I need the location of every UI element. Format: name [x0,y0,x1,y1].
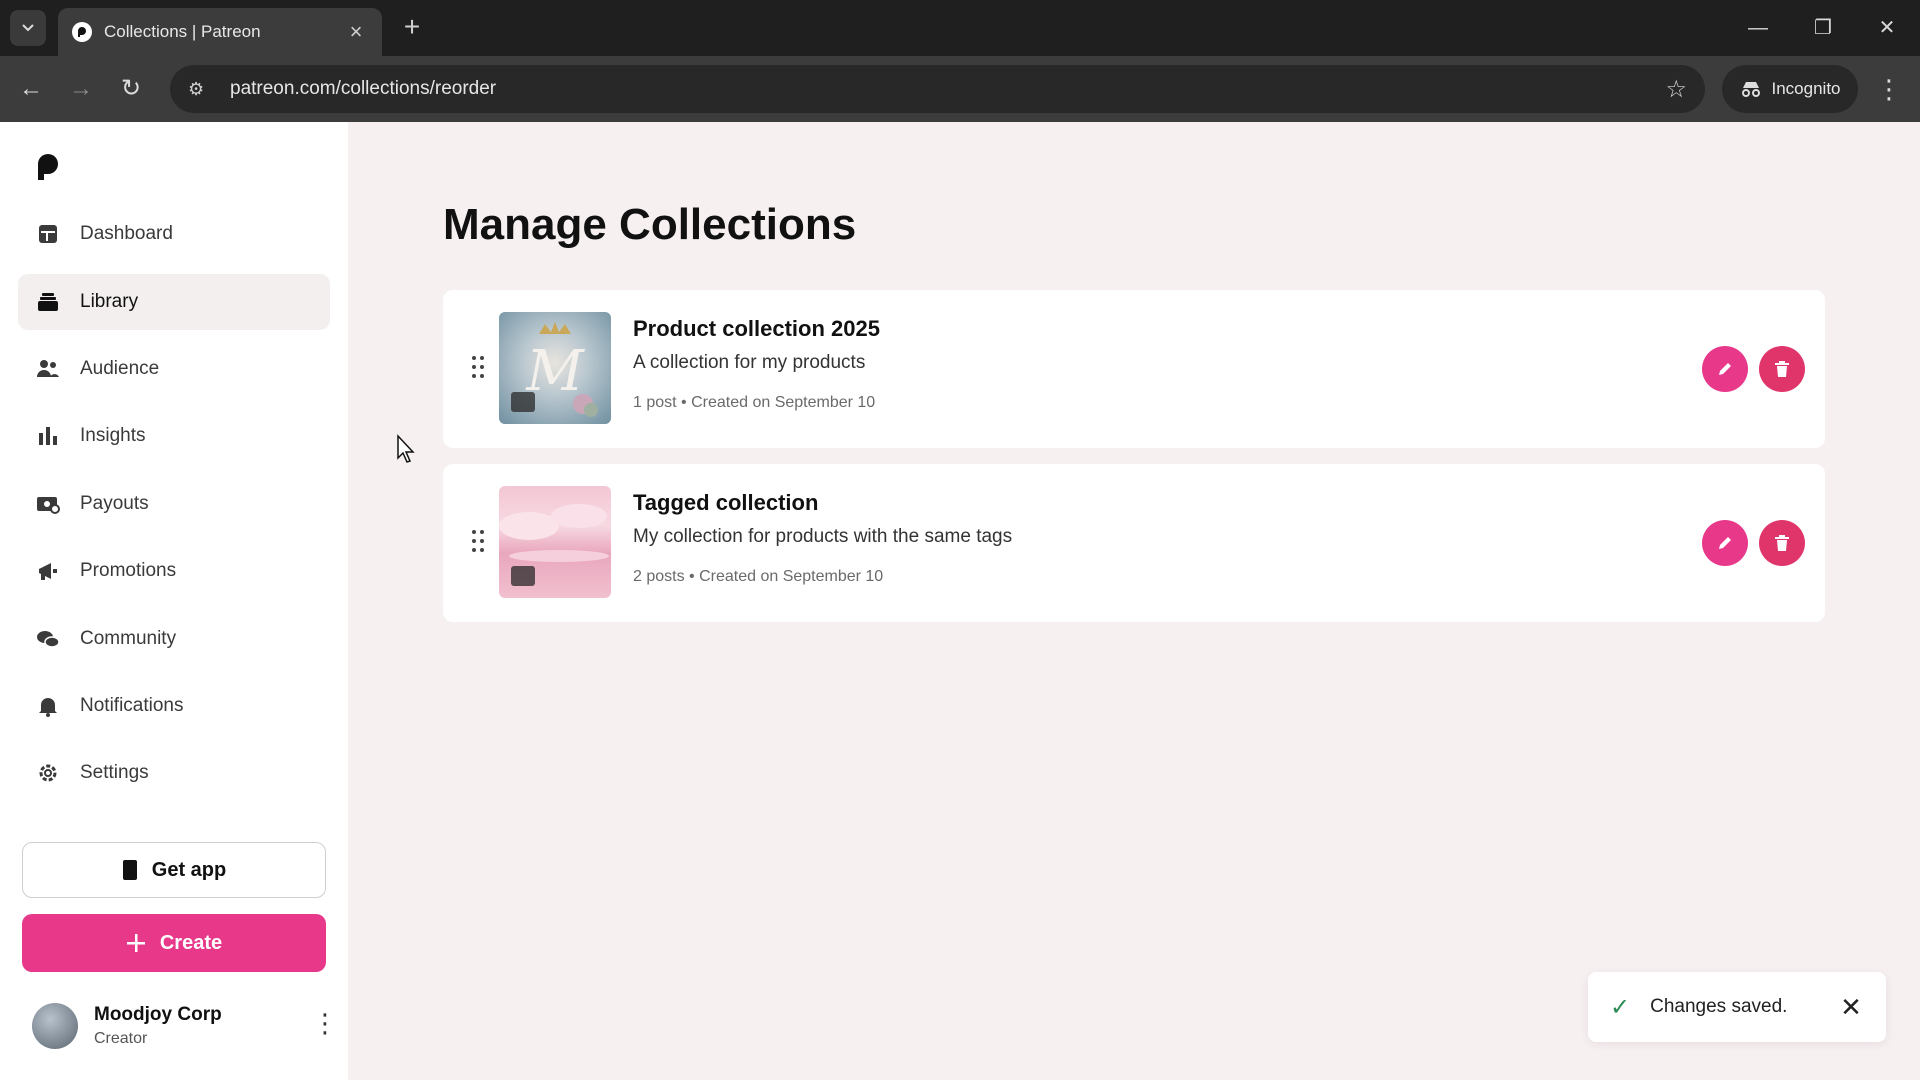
gear-icon [36,761,60,785]
sidebar-item-label: Settings [80,762,149,783]
toast-message: Changes saved. [1650,996,1788,1017]
browser-toolbar: ← → ↻ ⚙ patreon.com/collections/reorder … [0,56,1920,122]
sidebar: Dashboard Library Audience Insights Payo… [0,122,348,1080]
insights-icon [36,424,60,448]
promotions-icon [36,559,60,583]
delete-button[interactable] [1759,346,1805,392]
payouts-icon [36,492,60,516]
back-button[interactable]: ← [14,72,48,106]
create-button[interactable]: Create [22,914,326,972]
phone-icon [122,860,137,880]
new-tab-button[interactable]: + [396,12,428,44]
check-icon: ✓ [1610,993,1631,1021]
sidebar-item-audience[interactable]: Audience [18,341,330,397]
browser-menu-icon[interactable]: ⋮ [1876,72,1902,106]
user-name: Moodjoy Corp [94,1004,222,1025]
pencil-icon [1719,363,1731,375]
user-role: Creator [94,1030,148,1047]
more-options-icon[interactable]: ⋮ [312,1008,338,1039]
user-profile[interactable]: Moodjoy Corp Creator ⋮ [32,998,338,1054]
sidebar-item-settings[interactable]: Settings [18,745,330,801]
sidebar-item-insights[interactable]: Insights [18,408,330,464]
collection-meta: 1 post • Created on September 10 [633,394,876,411]
collection-meta: 2 posts • Created on September 10 [633,568,884,585]
trash-icon [1775,361,1789,377]
sidebar-item-label: Payouts [80,493,149,514]
forward-button[interactable]: → [64,72,98,106]
address-bar[interactable]: ⚙ patreon.com/collections/reorder ☆ [170,65,1705,113]
collection-card: Tagged collection My collection for prod… [443,464,1825,622]
create-label: Create [159,931,223,954]
browser-tab-bar: Collections | Patreon × + — ❐ ✕ [0,0,1920,56]
reload-button[interactable]: ↻ [114,72,148,106]
chevron-down-icon [22,24,34,32]
sidebar-item-promotions[interactable]: Promotions [18,543,330,599]
audience-icon [36,357,60,381]
get-app-button[interactable]: Get app [22,842,326,898]
collection-thumbnail[interactable]: M [499,312,611,424]
sidebar-item-library[interactable]: Library [18,274,330,330]
sidebar-item-label: Dashboard [80,223,173,244]
patreon-favicon-icon [72,22,92,42]
sidebar-item-label: Library [80,291,139,312]
get-app-label: Get app [151,858,227,881]
trash-icon [1775,535,1789,551]
mouse-cursor-icon [397,434,415,463]
incognito-icon [1741,82,1760,97]
collection-title[interactable]: Product collection 2025 [633,316,880,342]
sidebar-item-community[interactable]: Community [18,611,330,667]
collection-title[interactable]: Tagged collection [633,490,818,516]
sidebar-item-label: Community [80,628,177,649]
community-icon [36,627,60,651]
site-settings-icon[interactable]: ⚙ [188,79,212,100]
incognito-indicator[interactable]: Incognito [1722,65,1858,113]
url-text: patreon.com/collections/reorder [230,78,497,99]
media-type-icon [511,566,535,586]
tab-search-button[interactable] [10,10,46,46]
edit-button[interactable] [1702,346,1748,392]
sidebar-item-label: Promotions [80,560,177,581]
collection-description: My collection for products with the same… [633,526,1013,547]
collection-thumbnail[interactable] [499,486,611,598]
tab-title: Collections | Patreon [104,22,261,41]
sidebar-item-payouts[interactable]: Payouts [18,476,330,532]
restore-button[interactable]: ❐ [1803,12,1843,44]
page-title: Manage Collections [443,200,857,249]
bookmark-star-icon[interactable]: ☆ [1665,75,1687,104]
plus-icon [126,934,145,952]
sidebar-item-label: Notifications [80,695,184,716]
minimize-button[interactable]: — [1738,12,1778,44]
tab-close-icon[interactable]: × [344,19,368,45]
drag-handle-icon[interactable] [471,354,485,380]
drag-handle-icon[interactable] [471,528,485,554]
incognito-label: Incognito [1771,79,1841,98]
browser-tab[interactable]: Collections | Patreon × [58,8,382,56]
edit-button[interactable] [1702,520,1748,566]
patreon-logo[interactable] [36,152,62,182]
bell-icon [36,694,60,718]
sidebar-item-notifications[interactable]: Notifications [18,678,330,734]
close-window-button[interactable]: ✕ [1867,12,1907,44]
dashboard-icon [36,222,60,246]
toast-notification: ✓ Changes saved. ✕ [1588,972,1886,1042]
sidebar-item-label: Audience [80,358,160,379]
media-type-icon [511,392,535,412]
collection-card: M Product collection 2025 A collection f… [443,290,1825,448]
delete-button[interactable] [1759,520,1805,566]
pencil-icon [1719,537,1731,549]
close-icon[interactable]: ✕ [1838,992,1864,1023]
avatar [32,1003,78,1049]
sidebar-item-dashboard[interactable]: Dashboard [18,206,330,262]
library-icon [36,290,60,314]
sidebar-item-label: Insights [80,425,146,446]
collection-description: A collection for my products [633,352,866,373]
